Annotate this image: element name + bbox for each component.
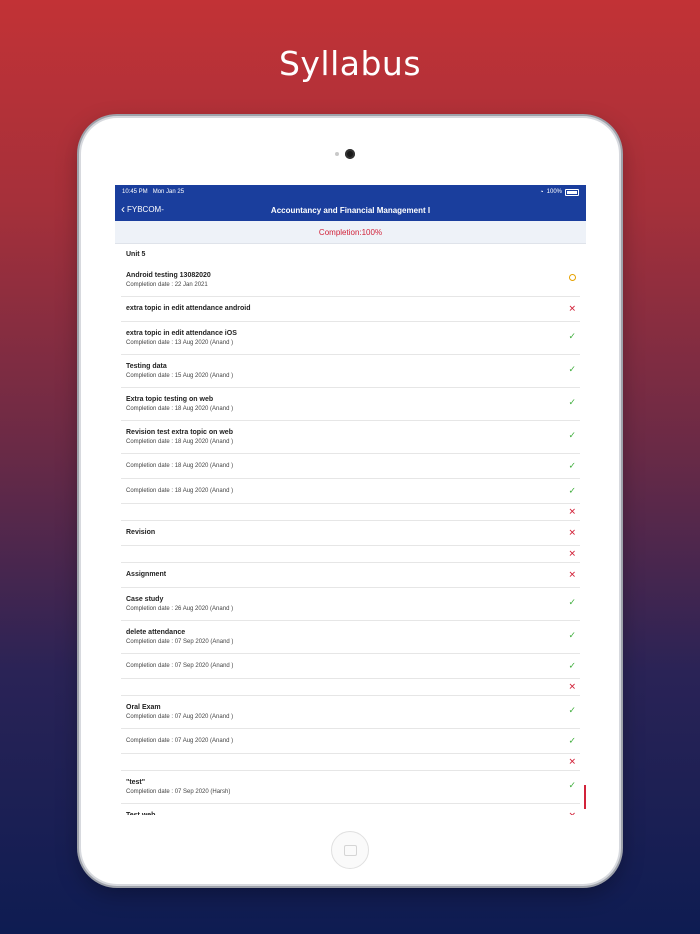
topic-row[interactable]: ✕ <box>121 504 580 521</box>
cross-icon: ✕ <box>568 569 576 580</box>
topic-row[interactable]: ✕ <box>121 754 580 771</box>
cross-icon: ✕ <box>568 527 576 538</box>
check-icon: ✓ <box>568 780 576 790</box>
back-button[interactable]: ‹ FYBCOM- <box>121 203 164 215</box>
cross-icon: ✕ <box>568 681 576 692</box>
ipad-frame: 10:45 PM Mon Jan 25 ◔ 100% ‹ FYBCOM- Acc… <box>81 118 619 884</box>
topic-row[interactable]: Extra topic testing on web Completion dat… <box>121 388 580 421</box>
check-icon: ✓ <box>568 735 576 746</box>
completion-date: Completion date : 07 Sep 2020 (Harsh) <box>126 788 231 795</box>
topic-row[interactable]: extra topic in edit attendance iOS Comple… <box>121 322 580 355</box>
topic-row[interactable]: Assignment ✕ <box>121 563 580 588</box>
status-bar: 10:45 PM Mon Jan 25 ◔ 100% <box>115 185 586 199</box>
topic-title: Android testing 13082020 <box>126 271 211 279</box>
topic-title: extra topic in edit attendance android <box>126 305 251 312</box>
cross-icon: ✕ <box>568 548 576 559</box>
topic-row[interactable]: Completion date : 07 Aug 2020 (Anand ) ✓ <box>121 729 580 754</box>
camera-sensor <box>335 152 339 156</box>
completion-date: Completion date : 18 Aug 2020 (Anand ) <box>126 405 234 412</box>
topic-title: delete attendance <box>126 628 186 636</box>
topic-title: "test" <box>126 778 146 786</box>
topic-row[interactable]: Completion date : 18 Aug 2020 (Anand ) ✓ <box>121 479 580 504</box>
completion-date: Completion date : 07 Aug 2020 (Anand ) <box>126 713 234 720</box>
topic-row[interactable]: Completion date : 07 Sep 2020 (Anand ) ✓ <box>121 654 580 679</box>
topic-row[interactable]: Android testing 13082020 Completion date … <box>121 264 580 297</box>
completion-status: Completion:100% <box>115 221 586 244</box>
status-right: ◔ 100% <box>539 188 579 196</box>
topic-row[interactable]: Test web✕ <box>121 804 580 815</box>
completion-date: Completion date : 18 Aug 2020 (Anand ) <box>126 487 234 494</box>
wifi-icon: ◔ <box>539 188 544 196</box>
completion-date: Completion date : 18 Aug 2020 (Anand ) <box>126 462 234 469</box>
status-date: Mon Jan 25 <box>152 189 185 195</box>
topic-row[interactable]: Oral Exam Completion date : 07 Aug 2020 (… <box>121 696 580 729</box>
topic-title: Case study <box>126 595 164 603</box>
navigation-bar: ‹ FYBCOM- Accountancy and Financial Mana… <box>115 199 586 221</box>
completion-date: Completion date : 13 Aug 2020 (Anand ) <box>126 339 234 346</box>
topic-title: extra topic in edit attendance iOS <box>126 329 237 337</box>
topic-title: Revision <box>126 529 156 536</box>
pending-circle-icon <box>569 274 576 281</box>
camera-icon <box>345 149 355 159</box>
topic-title: Oral Exam <box>126 703 161 711</box>
topic-row[interactable]: delete attendance Completion date : 07 Se… <box>121 621 580 654</box>
completion-date: Completion date : 18 Aug 2020 (Anand ) <box>126 438 234 445</box>
page-title: Accountancy and Financial Management I <box>270 205 431 215</box>
topic-row[interactable]: Testing data Completion date : 15 Aug 202… <box>121 355 580 388</box>
cross-icon: ✕ <box>568 506 576 517</box>
cross-icon: ✕ <box>568 303 576 314</box>
home-button[interactable] <box>331 831 369 869</box>
battery-percent: 100% <box>546 189 562 195</box>
topic-title: Revision test extra topic on web <box>126 428 233 436</box>
topic-row[interactable]: ✕ <box>121 679 580 696</box>
topic-row[interactable]: Case study Completion date : 26 Aug 2020 … <box>121 588 580 621</box>
chevron-left-icon: ‹ <box>121 202 125 216</box>
app-screen: 10:45 PM Mon Jan 25 ◔ 100% ‹ FYBCOM- Acc… <box>115 185 586 815</box>
battery-icon <box>565 188 579 196</box>
topic-title: Assignment <box>126 571 167 578</box>
topic-row[interactable]: "test" Completion date : 07 Sep 2020 (Har… <box>121 771 580 804</box>
check-icon: ✓ <box>568 331 576 341</box>
check-icon: ✓ <box>568 597 576 607</box>
cross-icon: ✕ <box>568 756 576 767</box>
topic-row[interactable]: Completion date : 18 Aug 2020 (Anand ) ✓ <box>121 454 580 479</box>
completion-date: Completion date : 15 Aug 2020 (Anand ) <box>126 372 234 379</box>
completion-date: Completion date : 07 Aug 2020 (Anand ) <box>126 737 234 744</box>
completion-date: Completion date : 26 Aug 2020 (Anand ) <box>126 605 234 612</box>
unit-header: Unit 5 <box>126 250 146 258</box>
back-label: FYBCOM- <box>127 204 164 214</box>
status-time-date: 10:45 PM Mon Jan 25 <box>122 189 184 195</box>
scrollbar[interactable] <box>584 785 586 809</box>
topic-row[interactable]: Revision ✕ <box>121 521 580 546</box>
check-icon: ✓ <box>568 397 576 407</box>
check-icon: ✓ <box>568 485 576 496</box>
check-icon: ✓ <box>568 430 576 440</box>
topic-title: Extra topic testing on web <box>126 395 214 403</box>
cross-icon: ✕ <box>568 811 576 815</box>
topic-row[interactable]: ✕ <box>121 546 580 563</box>
topic-row[interactable]: Revision test extra topic on web Completi… <box>121 421 580 454</box>
syllabus-list[interactable]: Unit 5 Android testing 13082020 Completio… <box>115 244 586 815</box>
completion-date: Completion date : 22 Jan 2021 <box>126 281 208 288</box>
completion-date: Completion date : 07 Sep 2020 (Anand ) <box>126 662 234 669</box>
check-icon: ✓ <box>568 630 576 640</box>
status-time: 10:45 PM <box>122 189 148 195</box>
topic-title: Test web <box>126 811 580 815</box>
check-icon: ✓ <box>568 705 576 715</box>
topic-title: Testing data <box>126 362 167 370</box>
topic-row[interactable]: extra topic in edit attendance android ✕ <box>121 297 580 322</box>
check-icon: ✓ <box>568 460 576 471</box>
completion-date: Completion date : 07 Sep 2020 (Anand ) <box>126 638 234 645</box>
check-icon: ✓ <box>568 364 576 374</box>
check-icon: ✓ <box>568 660 576 671</box>
promo-title: Syllabus <box>278 44 422 83</box>
